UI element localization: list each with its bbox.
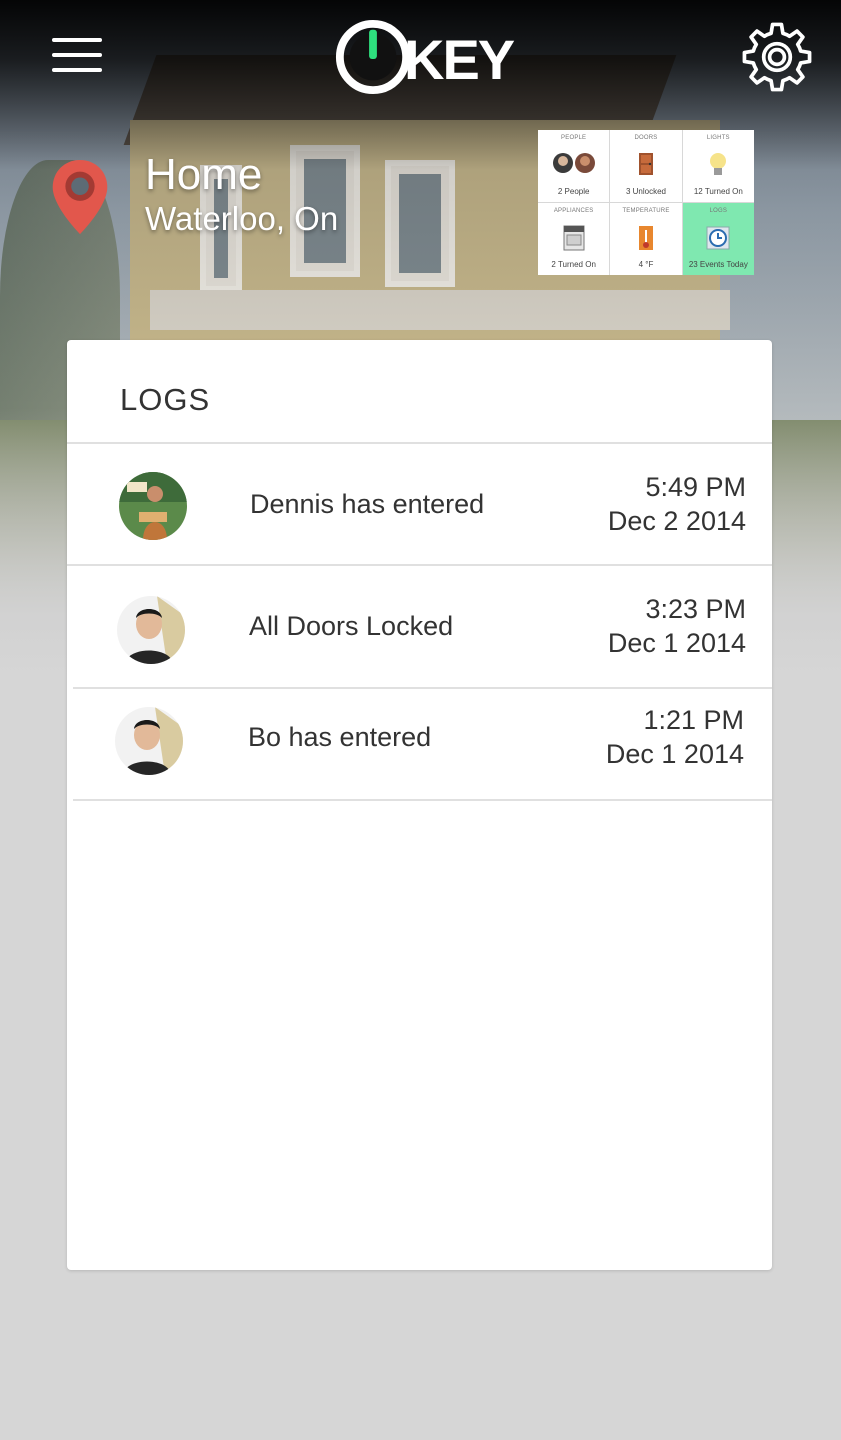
stove-icon bbox=[563, 225, 585, 256]
app-logo: KEY bbox=[334, 14, 515, 100]
location-subtitle: Waterloo, On bbox=[145, 200, 339, 237]
log-timestamp: 1:21 PM Dec 1 2014 bbox=[605, 705, 744, 769]
tile-logs[interactable]: LOGS 23 Events Today bbox=[682, 203, 754, 275]
avatar bbox=[117, 596, 185, 664]
location-pin-icon bbox=[52, 159, 108, 235]
logs-card: LOGS Dennis has entered 5:49 PM Dec 2 20… bbox=[67, 340, 772, 1270]
avatar bbox=[119, 472, 187, 540]
log-row[interactable]: Dennis has entered 5:49 PM Dec 2 2014 bbox=[67, 444, 772, 566]
tile-people[interactable]: PEOPLE 2 People bbox=[538, 130, 610, 202]
logo-text: KEY bbox=[404, 27, 515, 91]
log-row[interactable]: All Doors Locked 3:23 PM Dec 1 2014 bbox=[67, 566, 772, 688]
clock-log-icon bbox=[705, 225, 731, 256]
lightbulb-icon bbox=[709, 152, 727, 183]
door-icon bbox=[638, 152, 654, 181]
status-grid: PEOPLE 2 People DOORS 3 Unlocked LIGHTS … bbox=[538, 130, 754, 275]
log-timestamp: 3:23 PM Dec 1 2014 bbox=[607, 594, 746, 658]
people-avatars-icon bbox=[552, 152, 595, 174]
log-message: Bo has entered bbox=[248, 722, 432, 752]
log-row[interactable]: Bo has entered 1:21 PM Dec 1 2014 bbox=[67, 689, 772, 811]
thermometer-icon bbox=[638, 225, 654, 256]
location-name: Home bbox=[145, 150, 263, 199]
logs-title: LOGS bbox=[120, 382, 211, 417]
log-message: Dennis has entered bbox=[250, 489, 485, 519]
tile-doors[interactable]: DOORS 3 Unlocked bbox=[610, 130, 682, 202]
avatar bbox=[115, 707, 183, 775]
log-timestamp: 5:49 PM Dec 2 2014 bbox=[607, 472, 746, 536]
tile-lights[interactable]: LIGHTS 12 Turned On bbox=[682, 130, 754, 202]
tile-temperature[interactable]: TEMPERATURE 4 °F bbox=[610, 203, 682, 275]
hamburger-menu-icon[interactable] bbox=[52, 38, 102, 74]
settings-gear-icon[interactable] bbox=[740, 20, 814, 94]
divider bbox=[73, 799, 772, 801]
log-message: All Doors Locked bbox=[249, 611, 454, 641]
tile-appliances[interactable]: APPLIANCES 2 Turned On bbox=[538, 203, 610, 275]
power-icon bbox=[335, 19, 411, 95]
